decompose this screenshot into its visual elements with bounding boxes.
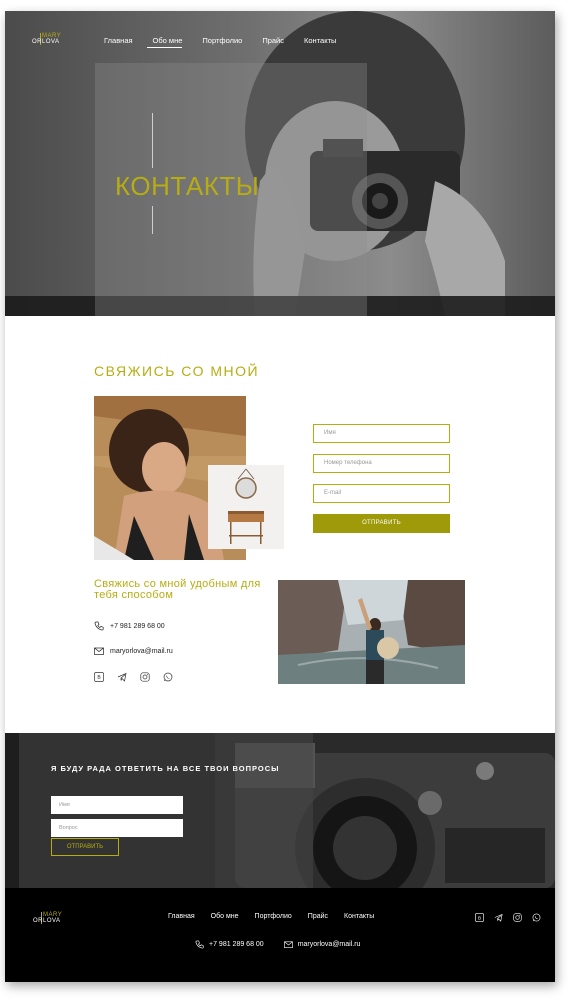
vk-icon[interactable]: B [94,672,104,682]
logo-line2: ORLOVA [32,39,60,45]
nav-item-home[interactable]: Главная [104,36,133,45]
footer-nav: Главная Обо мне Портфолио Прайс Контакты [168,913,390,920]
name-field[interactable]: Имя [313,424,450,443]
footer-nav-price[interactable]: Прайс [308,913,328,920]
email-field[interactable]: E-mail [313,484,450,503]
footer-email[interactable]: maryorlova@mail.ru [298,941,361,948]
questions-title: Я БУДУ РАДА ОТВЕТИТЬ НА ВСЕ ТВОИ ВОПРОСЫ [51,764,280,773]
instagram-icon[interactable] [140,672,150,682]
phone-icon [195,940,204,949]
question-text-field[interactable]: Вопрос [51,819,183,837]
vk-icon[interactable]: B [475,913,484,922]
nav-item-about[interactable]: Обо мне [146,36,182,48]
nav-item-contacts[interactable]: Контакты [304,36,336,45]
hero-line-bottom [152,206,153,234]
whatsapp-icon[interactable] [532,913,541,922]
mail-icon [283,941,293,948]
email-row[interactable]: maryorlova@mail.ru [94,646,173,656]
nav-item-price[interactable]: Прайс [262,36,284,45]
footer-nav-portfolio[interactable]: Портфолио [255,913,292,920]
footer-contacts: +7 981 289 68 00 maryorlova@mail.ru [195,940,360,949]
page: КОНТАКТЫ MARY ORLOVA Главная Обо мне Пор… [5,11,555,982]
main-nav: Главная Обо мне Портфолио Прайс Контакты [104,36,356,48]
contact-title: СВЯЖИСЬ СО МНОЙ [94,363,260,379]
nav-item-portfolio[interactable]: Портфолио [202,36,242,45]
svg-text:B: B [97,675,101,681]
questions-section: Я БУДУ РАДА ОТВЕТИТЬ НА ВСЕ ТВОИ ВОПРОСЫ… [5,733,555,888]
questions-submit-button[interactable]: ОТПРАВИТЬ [51,838,119,856]
footer-nav-contacts[interactable]: Контакты [344,913,374,920]
page-title: КОНТАКТЫ [115,171,260,201]
telegram-icon[interactable] [494,913,503,922]
hero-line-top [152,113,153,168]
question-name-field[interactable]: Имя [51,796,183,814]
reach-title: Свяжись со мной удобным для тебя способо… [94,578,261,601]
whatsapp-icon[interactable] [163,672,173,682]
instagram-icon[interactable] [513,913,522,922]
footer-nav-about[interactable]: Обо мне [211,913,239,920]
footer-logo-line2: ORLOVA [33,918,61,924]
svg-text:B: B [478,915,481,920]
submit-button[interactable]: ОТПРАВИТЬ [313,514,450,533]
footer-phone[interactable]: +7 981 289 68 00 [209,941,264,948]
email-text: maryorlova@mail.ru [110,647,173,655]
telegram-icon[interactable] [117,672,127,682]
canyon-photo [278,580,465,684]
contact-form: Имя Номер телефона E-mail ОТПРАВИТЬ [313,424,450,533]
footer-social-links: B [475,913,541,922]
footer-nav-home[interactable]: Главная [168,913,195,920]
phone-field[interactable]: Номер телефона [313,454,450,473]
mail-icon [94,647,104,655]
footer: MARY ORLOVA Главная Обо мне Портфолио Пр… [5,888,555,982]
social-links: B [94,672,173,682]
mirror-table-photo [208,465,284,549]
phone-icon [94,621,104,631]
hero-section: КОНТАКТЫ MARY ORLOVA Главная Обо мне Пор… [5,11,555,316]
phone-row[interactable]: +7 981 289 68 00 [94,621,165,631]
phone-text: +7 981 289 68 00 [110,622,165,630]
